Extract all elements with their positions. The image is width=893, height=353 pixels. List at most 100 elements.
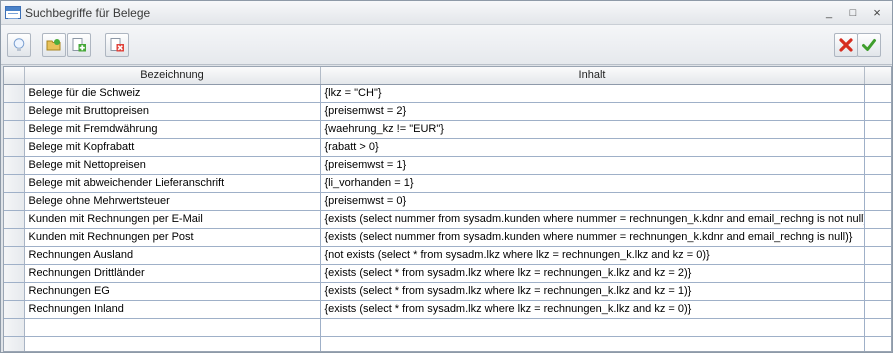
cell-bezeichnung[interactable]: Rechnungen Inland: [24, 300, 321, 319]
table-row-empty[interactable]: [4, 336, 891, 351]
cell-bezeichnung[interactable]: Belege mit Bruttopreisen: [24, 102, 321, 121]
cell-inhalt[interactable]: {lkz = "CH"}: [320, 84, 865, 103]
cancel-button[interactable]: [834, 33, 858, 57]
cell-bezeichnung[interactable]: Belege mit Kopfrabatt: [24, 138, 321, 157]
table-row[interactable]: Belege für die Schweiz {lkz = "CH"}: [4, 84, 891, 103]
row-selector[interactable]: [4, 282, 25, 301]
delete-button[interactable]: [105, 33, 129, 57]
table-row[interactable]: Belege mit Bruttopreisen {preisemwst = 2…: [4, 102, 891, 121]
cell-bezeichnung[interactable]: Rechnungen EG: [24, 282, 321, 301]
cell-inhalt[interactable]: {waehrung_kz != "EUR"}: [320, 120, 865, 139]
column-header-bezeichnung[interactable]: Bezeichnung: [24, 67, 321, 85]
grid-table: Bezeichnung Inhalt Belege für die Schwei…: [4, 67, 891, 351]
cell-bezeichnung[interactable]: Belege für die Schweiz: [24, 84, 321, 103]
table-icon: [5, 6, 21, 19]
row-selector[interactable]: [4, 264, 25, 283]
filler-cell: [864, 336, 891, 351]
row-selector[interactable]: [4, 192, 25, 211]
filler-cell: [864, 210, 891, 229]
cell-bezeichnung[interactable]: Belege mit abweichender Lieferanschrift: [24, 174, 321, 193]
cell-inhalt[interactable]: {exists (select nummer from sysadm.kunde…: [320, 210, 865, 229]
open-button[interactable]: [42, 33, 66, 57]
cancel-icon: [839, 38, 853, 52]
cell-bezeichnung[interactable]: Rechnungen Ausland: [24, 246, 321, 265]
grid-header-row: Bezeichnung Inhalt: [4, 67, 891, 85]
cell-inhalt[interactable]: {rabatt > 0}: [320, 138, 865, 157]
filler-cell: [864, 300, 891, 319]
cell-inhalt[interactable]: {exists (select * from sysadm.lkz where …: [320, 264, 865, 283]
row-selector[interactable]: [4, 228, 25, 247]
table-row[interactable]: Belege mit Kopfrabatt {rabatt > 0}: [4, 138, 891, 157]
table-row[interactable]: Rechnungen Ausland {not exists (select *…: [4, 246, 891, 265]
cell-inhalt[interactable]: {preisemwst = 2}: [320, 102, 865, 121]
row-selector[interactable]: [4, 120, 25, 139]
cell-bezeichnung[interactable]: Belege ohne Mehrwertsteuer: [24, 192, 321, 211]
column-header-inhalt[interactable]: Inhalt: [320, 67, 865, 85]
close-button[interactable]: ×: [869, 5, 885, 21]
cell-inhalt[interactable]: [320, 318, 865, 337]
row-selector[interactable]: [4, 84, 25, 103]
table-row[interactable]: Kunden mit Rechnungen per Post {exists (…: [4, 228, 891, 247]
folder-open-icon: [46, 39, 61, 51]
window: Suchbegriffe für Belege _ □ × Bezeichnun…: [0, 0, 893, 353]
filler-cell: [864, 156, 891, 175]
row-selector[interactable]: [4, 156, 25, 175]
row-selector[interactable]: [4, 174, 25, 193]
row-selector[interactable]: [4, 138, 25, 157]
table-row[interactable]: Belege ohne Mehrwertsteuer {preisemwst =…: [4, 192, 891, 211]
window-title: Suchbegriffe für Belege: [25, 6, 151, 20]
table-row[interactable]: Belege mit Nettopreisen {preisemwst = 1}: [4, 156, 891, 175]
filler-cell: [864, 102, 891, 121]
cell-inhalt[interactable]: {li_vorhanden = 1}: [320, 174, 865, 193]
row-selector-header: [4, 67, 25, 85]
filler-cell: [864, 192, 891, 211]
toolbar: [1, 25, 892, 65]
filler-cell: [864, 120, 891, 139]
table-row[interactable]: Belege mit Fremdwährung {waehrung_kz != …: [4, 120, 891, 139]
cell-bezeichnung[interactable]: Kunden mit Rechnungen per E-Mail: [24, 210, 321, 229]
cell-inhalt[interactable]: [320, 336, 865, 351]
table-row[interactable]: Rechnungen EG {exists (select * from sys…: [4, 282, 891, 301]
cell-inhalt[interactable]: {exists (select * from sysadm.lkz where …: [320, 282, 865, 301]
filler-header: [864, 67, 891, 85]
cell-inhalt[interactable]: {preisemwst = 0}: [320, 192, 865, 211]
cell-bezeichnung[interactable]: Rechnungen Drittländer: [24, 264, 321, 283]
delete-document-icon: [110, 38, 124, 52]
cell-bezeichnung[interactable]: Belege mit Nettopreisen: [24, 156, 321, 175]
cell-inhalt[interactable]: {preisemwst = 1}: [320, 156, 865, 175]
cell-inhalt[interactable]: {exists (select * from sysadm.lkz where …: [320, 300, 865, 319]
hint-button[interactable]: [7, 33, 31, 57]
cell-bezeichnung[interactable]: Kunden mit Rechnungen per Post: [24, 228, 321, 247]
filler-cell: [864, 228, 891, 247]
row-selector[interactable]: [4, 336, 25, 351]
filler-cell: [864, 318, 891, 337]
table-row[interactable]: Rechnungen Inland {exists (select * from…: [4, 300, 891, 319]
minimize-button[interactable]: _: [821, 5, 837, 21]
filler-cell: [864, 264, 891, 283]
table-row-empty[interactable]: [4, 318, 891, 337]
table-row[interactable]: Kunden mit Rechnungen per E-Mail {exists…: [4, 210, 891, 229]
cell-bezeichnung[interactable]: Belege mit Fremdwährung: [24, 120, 321, 139]
table-row[interactable]: Rechnungen Drittländer {exists (select *…: [4, 264, 891, 283]
filler-cell: [864, 84, 891, 103]
table-row[interactable]: Belege mit abweichender Lieferanschrift …: [4, 174, 891, 193]
cell-bezeichnung[interactable]: [24, 318, 321, 337]
confirm-button[interactable]: [857, 33, 881, 57]
row-selector[interactable]: [4, 102, 25, 121]
filler-cell: [864, 282, 891, 301]
add-button[interactable]: [67, 33, 91, 57]
confirm-icon: [862, 39, 876, 51]
title-bar: Suchbegriffe für Belege _ □ ×: [1, 1, 892, 25]
add-document-icon: [72, 38, 86, 52]
cell-inhalt[interactable]: {exists (select nummer from sysadm.kunde…: [320, 228, 865, 247]
row-selector[interactable]: [4, 318, 25, 337]
row-selector[interactable]: [4, 246, 25, 265]
cell-inhalt[interactable]: {not exists (select * from sysadm.lkz wh…: [320, 246, 865, 265]
row-selector[interactable]: [4, 210, 25, 229]
search-terms-grid: Bezeichnung Inhalt Belege für die Schwei…: [3, 66, 892, 352]
cell-bezeichnung[interactable]: [24, 336, 321, 351]
maximize-button[interactable]: □: [845, 5, 861, 21]
filler-cell: [864, 174, 891, 193]
row-selector[interactable]: [4, 300, 25, 319]
filler-cell: [864, 246, 891, 265]
